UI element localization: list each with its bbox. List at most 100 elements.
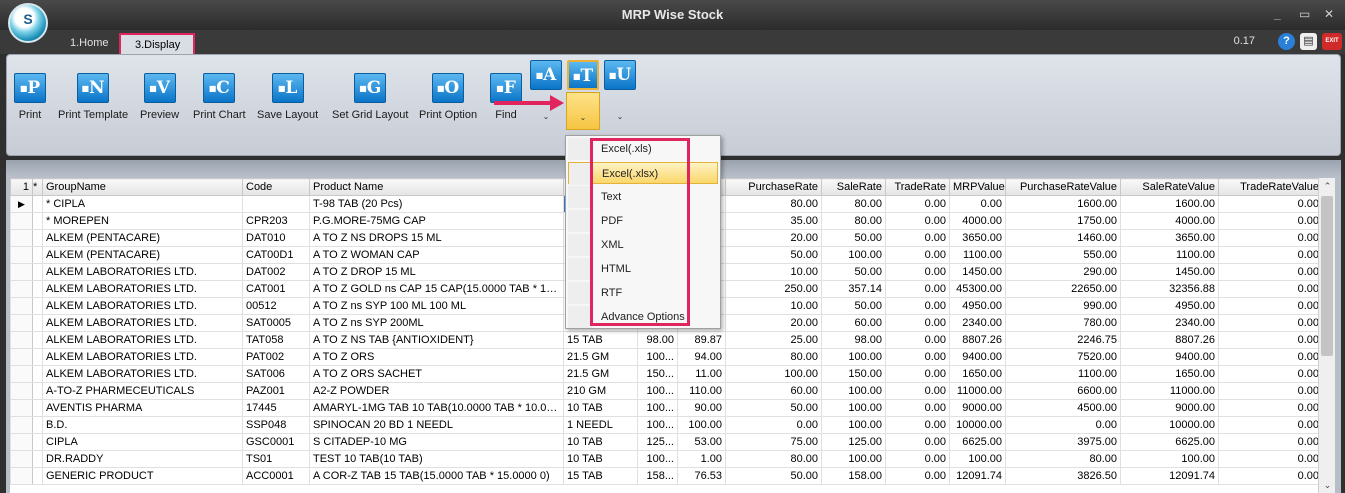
table-row[interactable]: ALKEM LABORATORIES LTD. SAT006 A TO Z ORS … xyxy=(10,365,1322,383)
row-indicator[interactable] xyxy=(10,280,33,298)
table-cell: 1450.00 xyxy=(949,263,1006,281)
table-row[interactable]: DR.RADDY TS01 TEST 10 TAB(10 TAB) 10 TAB 100… xyxy=(10,450,1322,468)
table-cell: 150.00 xyxy=(821,365,886,383)
row-indicator[interactable] xyxy=(10,416,33,434)
table-cell: 0.00 xyxy=(949,195,1006,213)
table-cell: 12091.74 xyxy=(949,467,1006,485)
split-button-dropdown-t[interactable]: ⌄ xyxy=(566,92,600,130)
row-indicator[interactable] xyxy=(10,331,33,349)
column-header-salerate[interactable]: SaleRate xyxy=(821,178,886,196)
column-header-saleratevalue[interactable]: SaleRateValue xyxy=(1120,178,1219,196)
table-cell: A TO Z NS TAB {ANTIOXIDENT} xyxy=(309,331,564,349)
ribbon-button-print-chart[interactable]: ■C Print Chart xyxy=(193,73,246,121)
table-cell: 125... xyxy=(637,433,678,451)
table-cell: 0.00 xyxy=(885,416,950,434)
table-row[interactable]: CIPLA GSC0001 S CITADEP-10 MG 10 TAB 125... 5… xyxy=(10,433,1322,451)
menu-gutter xyxy=(568,258,592,280)
table-cell: 2340.00 xyxy=(1120,314,1219,332)
table-cell: A TO Z DROP 15 ML xyxy=(309,263,564,281)
table-cell: 10000.00 xyxy=(949,416,1006,434)
column-header-purchaseratevalue[interactable]: PurchaseRateValue xyxy=(1005,178,1121,196)
row-indicator[interactable] xyxy=(10,467,33,485)
table-row[interactable]: ALKEM LABORATORIES LTD. TAT058 A TO Z NS T… xyxy=(10,331,1322,349)
table-cell: TAT058 xyxy=(242,331,310,349)
ribbon-button-find[interactable]: ■F Find xyxy=(490,73,522,121)
column-header-groupname[interactable]: GroupName xyxy=(42,178,243,196)
notes-icon[interactable]: ▤ xyxy=(1300,33,1317,50)
table-cell: ALKEM LABORATORIES LTD. xyxy=(42,348,243,366)
row-indicator[interactable]: ▶ xyxy=(10,195,33,213)
row-indicator[interactable] xyxy=(10,212,33,230)
row-indicator[interactable] xyxy=(10,433,33,451)
table-cell: S CITADEP-10 MG xyxy=(309,433,564,451)
ribbon-button-preview[interactable]: ■V Preview xyxy=(140,73,179,121)
exit-icon[interactable]: EXIT xyxy=(1322,33,1342,50)
table-cell: 550.00 xyxy=(1005,246,1121,264)
table-row[interactable]: GENERIC PRODUCT ACC0001 A COR-Z TAB 15 TAB… xyxy=(10,467,1322,485)
row-spacer xyxy=(32,348,43,366)
split-button-t[interactable]: ■T ⌄ xyxy=(566,60,600,130)
close-button[interactable]: ✕ xyxy=(1324,7,1334,21)
tab-home[interactable]: 1.Home xyxy=(56,33,123,54)
ribbon-button-print-template[interactable]: ■N Print Template xyxy=(58,73,128,121)
table-cell: 94.00 xyxy=(677,348,726,366)
tab-display[interactable]: 3.Display xyxy=(119,33,195,54)
vertical-scrollbar[interactable]: ⌃ ⌄ xyxy=(1318,178,1335,493)
print-option-icon: ■O xyxy=(432,73,465,103)
restore-button[interactable]: ▭ xyxy=(1299,7,1310,21)
column-header-product-name[interactable]: Product Name xyxy=(309,178,564,196)
set-grid-layout-icon: ■G xyxy=(354,73,387,103)
row-spacer xyxy=(32,416,43,434)
table-row[interactable]: AVENTIS PHARMA 17445 AMARYL-1MG TAB 10 TAB… xyxy=(10,399,1322,417)
ribbon-button-label: Print Option xyxy=(419,109,478,121)
table-cell: DAT010 xyxy=(242,229,310,247)
help-icon[interactable]: ? xyxy=(1278,33,1295,50)
row-indicator[interactable] xyxy=(10,348,33,366)
row-indicator[interactable] xyxy=(10,297,33,315)
tab-row: 1.Home 3.Display 0.17 ? ▤ EXIT xyxy=(0,30,1345,54)
ribbon-button-set-grid-layout[interactable]: ■G Set Grid Layout xyxy=(332,73,408,121)
scroll-thumb[interactable] xyxy=(1321,196,1333,356)
table-cell: 357.14 xyxy=(821,280,886,298)
table-cell: 98.00 xyxy=(821,331,886,349)
table-cell: 4950.00 xyxy=(949,297,1006,315)
table-cell: 0.00 xyxy=(1218,195,1322,213)
table-row[interactable]: B.D. SSP048 SPINOCAN 20 BD 1 NEEDL 1 NEEDL 1… xyxy=(10,416,1322,434)
row-indicator[interactable] xyxy=(10,314,33,332)
minimize-button[interactable]: _ xyxy=(1274,7,1281,21)
table-cell: 100... xyxy=(637,348,678,366)
column-header-traderatevalue[interactable]: TradeRateValue xyxy=(1218,178,1322,196)
export-u-icon: ■U xyxy=(604,60,636,90)
scroll-down-icon[interactable]: ⌄ xyxy=(1319,477,1336,493)
table-cell: 4950.00 xyxy=(1120,297,1219,315)
row-spacer xyxy=(32,212,43,230)
table-cell: PAZ001 xyxy=(242,382,310,400)
column-header-purchaserate[interactable]: PurchaseRate xyxy=(725,178,822,196)
column-header-traderate[interactable]: TradeRate xyxy=(885,178,950,196)
find-icon: ■F xyxy=(490,73,522,103)
row-indicator[interactable] xyxy=(10,399,33,417)
table-cell: 00512 xyxy=(242,297,310,315)
row-indicator[interactable] xyxy=(10,229,33,247)
row-indicator[interactable] xyxy=(10,382,33,400)
ribbon-button-save-layout[interactable]: ■L Save Layout xyxy=(257,73,318,121)
row-indicator[interactable] xyxy=(10,450,33,468)
row-spacer xyxy=(32,263,43,281)
table-cell: 100.00 xyxy=(821,416,886,434)
table-row[interactable]: A-TO-Z PHARMECEUTICALS PAZ001 A2-Z POWDER 2… xyxy=(10,382,1322,400)
row-indicator[interactable] xyxy=(10,263,33,281)
ribbon-button-print-option[interactable]: ■O Print Option xyxy=(419,73,477,121)
table-cell: 100.00 xyxy=(725,365,822,383)
column-header-mrpvalue[interactable]: MRPValue xyxy=(949,178,1006,196)
scroll-up-icon[interactable]: ⌃ xyxy=(1319,178,1336,194)
ribbon-button-print[interactable]: ■P Print xyxy=(14,73,46,121)
split-button-u[interactable]: ■U ⌄ xyxy=(603,60,637,130)
table-row[interactable]: ALKEM LABORATORIES LTD. PAT002 A TO Z ORS 2… xyxy=(10,348,1322,366)
table-cell: 9000.00 xyxy=(1120,399,1219,417)
split-button-dropdown-u[interactable]: ⌄ xyxy=(603,92,637,130)
table-cell: 1600.00 xyxy=(1120,195,1219,213)
column-header-code[interactable]: Code xyxy=(242,178,310,196)
table-cell: 0.00 xyxy=(1218,229,1322,247)
row-indicator[interactable] xyxy=(10,246,33,264)
row-indicator[interactable] xyxy=(10,365,33,383)
